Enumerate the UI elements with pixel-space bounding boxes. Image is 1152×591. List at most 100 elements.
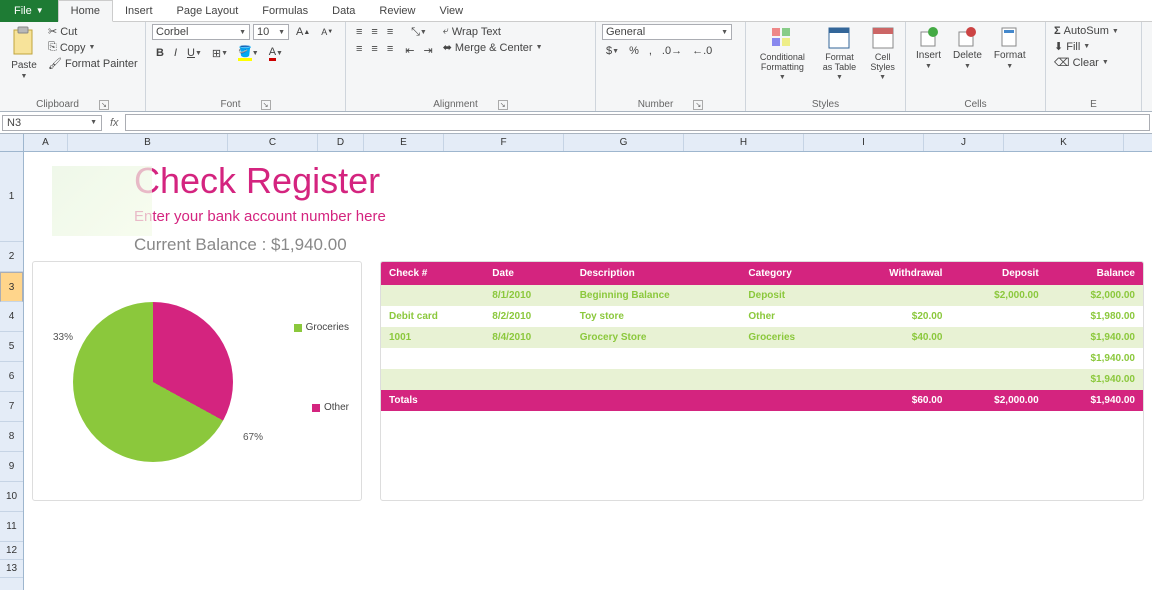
row-header-13[interactable]: 13 — [0, 560, 23, 578]
cell-date[interactable]: 8/1/2010 — [484, 285, 571, 306]
col-header-D[interactable]: D — [318, 134, 364, 151]
cell-desc[interactable]: Grocery Store — [572, 327, 741, 348]
cell-cat[interactable]: Deposit — [740, 285, 840, 306]
cell-cat[interactable]: Other — [740, 306, 840, 327]
cell-wd[interactable] — [840, 348, 950, 369]
comma-button[interactable]: , — [645, 43, 656, 59]
increase-indent-button[interactable]: ⇥ — [419, 42, 436, 59]
cell-dep[interactable] — [950, 327, 1046, 348]
cell-wd[interactable] — [840, 285, 950, 306]
align-center-button[interactable]: ≡ — [367, 41, 381, 57]
col-header-K[interactable]: K — [1004, 134, 1124, 151]
tab-page-layout[interactable]: Page Layout — [165, 0, 251, 22]
cell-date[interactable]: 8/2/2010 — [484, 306, 571, 327]
cell-dep[interactable] — [950, 369, 1046, 390]
tab-review[interactable]: Review — [367, 0, 427, 22]
font-color-button[interactable]: A▼ — [265, 43, 287, 63]
row-header-2[interactable]: 2 — [0, 242, 23, 272]
cell-dep[interactable] — [950, 306, 1046, 327]
col-header-C[interactable]: C — [228, 134, 318, 151]
cell-check[interactable] — [381, 285, 484, 306]
shrink-font-button[interactable]: A▼ — [317, 24, 337, 40]
row-header-10[interactable]: 10 — [0, 482, 23, 512]
format-as-table-button[interactable]: Format as Table▼ — [817, 24, 863, 83]
row-header-11[interactable]: 11 — [0, 512, 23, 542]
col-check[interactable]: Check # — [381, 262, 484, 285]
tab-home[interactable]: Home — [58, 0, 113, 22]
row-header-4[interactable]: 4 — [0, 302, 23, 332]
row-header-12[interactable]: 12 — [0, 542, 23, 560]
cell-bal[interactable]: $1,940.00 — [1047, 369, 1143, 390]
cell-cat[interactable]: Groceries — [740, 327, 840, 348]
cell-bal[interactable]: $1,940.00 — [1047, 348, 1143, 369]
font-name-select[interactable]: Corbel▼ — [152, 24, 250, 40]
col-cat[interactable]: Category — [740, 262, 840, 285]
table-row[interactable]: $1,940.00 — [381, 369, 1143, 390]
cell-check[interactable]: 1001 — [381, 327, 484, 348]
currency-button[interactable]: $▼ — [602, 43, 623, 59]
dialog-launcher-icon[interactable]: ↘ — [498, 100, 508, 110]
align-left-button[interactable]: ≡ — [352, 41, 366, 57]
border-button[interactable]: ⊞▼ — [208, 43, 232, 63]
orientation-button[interactable]: ⤡▼ — [401, 24, 436, 41]
cell-cat[interactable] — [740, 348, 840, 369]
file-tab[interactable]: File▼ — [0, 0, 58, 22]
grow-font-button[interactable]: A▲ — [292, 24, 314, 40]
conditional-formatting-button[interactable]: Conditional Formatting▼ — [752, 24, 813, 83]
row-header-3[interactable]: 3 — [0, 272, 23, 302]
fill-button[interactable]: ⬇Fill▼ — [1052, 39, 1121, 54]
col-header-G[interactable]: G — [564, 134, 684, 151]
dialog-launcher-icon[interactable]: ↘ — [693, 100, 703, 110]
dialog-launcher-icon[interactable]: ↘ — [261, 100, 271, 110]
row-header-9[interactable]: 9 — [0, 452, 23, 482]
subtitle[interactable]: Enter your bank account number here — [134, 208, 1152, 225]
register-table[interactable]: Check # Date Description Category Withdr… — [380, 261, 1144, 501]
tab-insert[interactable]: Insert — [113, 0, 165, 22]
col-header-I[interactable]: I — [804, 134, 924, 151]
col-date[interactable]: Date — [484, 262, 571, 285]
decrease-indent-button[interactable]: ⇤ — [401, 42, 418, 59]
cell-wd[interactable]: $20.00 — [840, 306, 950, 327]
table-row[interactable]: 10018/4/2010Grocery StoreGroceries$40.00… — [381, 327, 1143, 348]
col-header-B[interactable]: B — [68, 134, 228, 151]
col-deposit[interactable]: Deposit — [950, 262, 1046, 285]
name-box[interactable]: N3▼ — [2, 115, 102, 131]
delete-cells-button[interactable]: Delete▼ — [949, 24, 986, 72]
col-header-E[interactable]: E — [364, 134, 444, 151]
cell-bal[interactable]: $1,940.00 — [1047, 327, 1143, 348]
row-header-8[interactable]: 8 — [0, 422, 23, 452]
align-middle-button[interactable]: ≡ — [367, 24, 381, 40]
cell-cat[interactable] — [740, 369, 840, 390]
fill-color-button[interactable]: 🪣▼ — [234, 43, 263, 63]
cell-check[interactable] — [381, 348, 484, 369]
insert-cells-button[interactable]: Insert▼ — [912, 24, 945, 72]
cell-desc[interactable] — [572, 369, 741, 390]
font-size-select[interactable]: 10▼ — [253, 24, 289, 40]
col-header-F[interactable]: F — [444, 134, 564, 151]
autosum-button[interactable]: ΣAutoSum▼ — [1052, 24, 1121, 38]
cell-dep[interactable] — [950, 348, 1046, 369]
formula-input[interactable] — [125, 114, 1150, 131]
cell-bal[interactable]: $1,980.00 — [1047, 306, 1143, 327]
row-header-1[interactable]: 1 — [0, 152, 23, 242]
cell-date[interactable] — [484, 369, 571, 390]
col-header-H[interactable]: H — [684, 134, 804, 151]
cell-check[interactable]: Debit card — [381, 306, 484, 327]
select-all-corner[interactable] — [0, 134, 23, 152]
row-header-6[interactable]: 6 — [0, 362, 23, 392]
cell-wd[interactable]: $40.00 — [840, 327, 950, 348]
table-row[interactable]: Debit card8/2/2010Toy storeOther$20.00 $1… — [381, 306, 1143, 327]
cell-check[interactable] — [381, 369, 484, 390]
copy-button[interactable]: ⎘Copy▼ — [46, 40, 140, 55]
merge-center-button[interactable]: ⬌Merge & Center▼ — [441, 40, 545, 55]
cell-desc[interactable]: Toy store — [572, 306, 741, 327]
tab-data[interactable]: Data — [320, 0, 367, 22]
sheet-content[interactable]: Check Register Enter your bank account n… — [24, 160, 1152, 590]
cell-desc[interactable]: Beginning Balance — [572, 285, 741, 306]
cell-date[interactable] — [484, 348, 571, 369]
cell-dep[interactable]: $2,000.00 — [950, 285, 1046, 306]
cell-wd[interactable] — [840, 369, 950, 390]
align-right-button[interactable]: ≡ — [383, 41, 397, 57]
tab-view[interactable]: View — [427, 0, 475, 22]
clear-button[interactable]: ⌫Clear▼ — [1052, 55, 1121, 70]
